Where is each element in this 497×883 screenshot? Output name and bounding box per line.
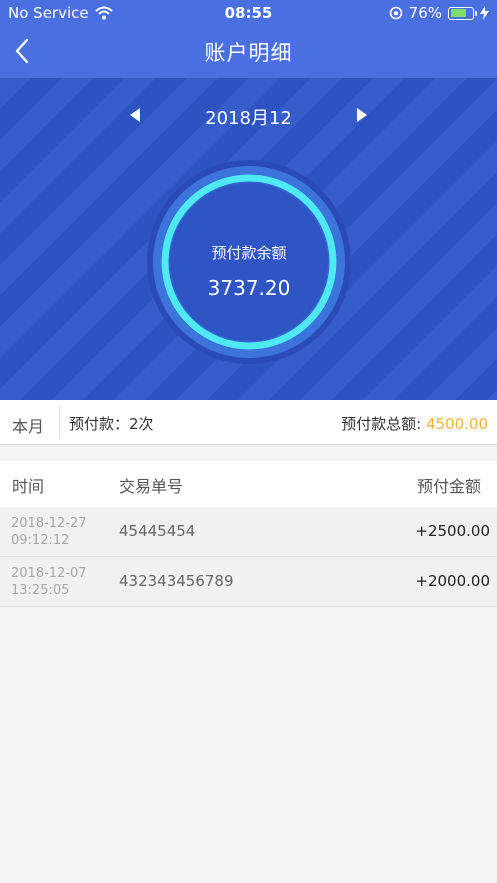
next-month-arrow-icon[interactable] [357, 108, 367, 122]
summary-month-label: 本月 [12, 417, 45, 436]
status-right: 76% [389, 4, 489, 22]
orientation-lock-icon [389, 6, 402, 20]
prepay-count: 预付款：2次 [69, 415, 154, 433]
balance-panel: 2018月12 预付款余额 3737.20 [0, 78, 497, 400]
prepay-total-label: 预付款总额: [341, 415, 422, 433]
table-row[interactable]: 2018-12-27 09:12:12 45445454 +2500.00 [0, 507, 497, 557]
prepay-total-value: 4500.00 [425, 415, 488, 433]
header-time: 时间 [12, 477, 45, 496]
balance-display: 预付款余额 3737.20 [145, 158, 353, 366]
battery-percent: 76% [408, 4, 442, 22]
row-time: 13:25:05 [11, 583, 70, 598]
transactions-table: 时间 交易单号 预付金额 2018-12-27 09:12:12 4544545… [0, 461, 497, 607]
summary-divider [59, 406, 60, 439]
month-label: 2018月12 [205, 108, 292, 129]
balance-label: 预付款余额 [211, 244, 287, 262]
row-order-no: 432343456789 [119, 572, 234, 590]
charging-icon [480, 6, 489, 20]
balance-value: 3737.20 [207, 276, 291, 300]
battery-fill [450, 9, 467, 17]
page-title: 账户明细 [204, 41, 293, 65]
row-datetime: 2018-12-07 13:25:05 [11, 565, 87, 599]
row-time: 09:12:12 [11, 533, 70, 548]
table-row[interactable]: 2018-12-07 13:25:05 432343456789 +2000.0… [0, 557, 497, 607]
top-bar: No Service 08:55 76% 账户明细 [0, 0, 497, 78]
header-amount: 预付金额 [416, 477, 481, 496]
header-order-no: 交易单号 [119, 477, 184, 496]
row-amount: +2500.00 [415, 522, 490, 540]
row-amount: +2000.00 [415, 572, 490, 590]
prepay-total: 预付款总额: 4500.00 [341, 413, 488, 434]
row-date: 2018-12-07 [11, 566, 87, 581]
nav-bar: 账户明细 [0, 26, 497, 78]
row-datetime: 2018-12-27 09:12:12 [11, 515, 87, 549]
table-header: 时间 交易单号 预付金额 [0, 461, 497, 507]
row-date: 2018-12-27 [11, 516, 87, 531]
month-selector: 2018月12 [0, 102, 497, 129]
row-order-no: 45445454 [119, 522, 196, 540]
status-bar: No Service 08:55 76% [0, 0, 497, 26]
battery-icon [448, 6, 477, 20]
monthly-summary: 本月 预付款：2次 预付款总额: 4500.00 [0, 400, 497, 445]
